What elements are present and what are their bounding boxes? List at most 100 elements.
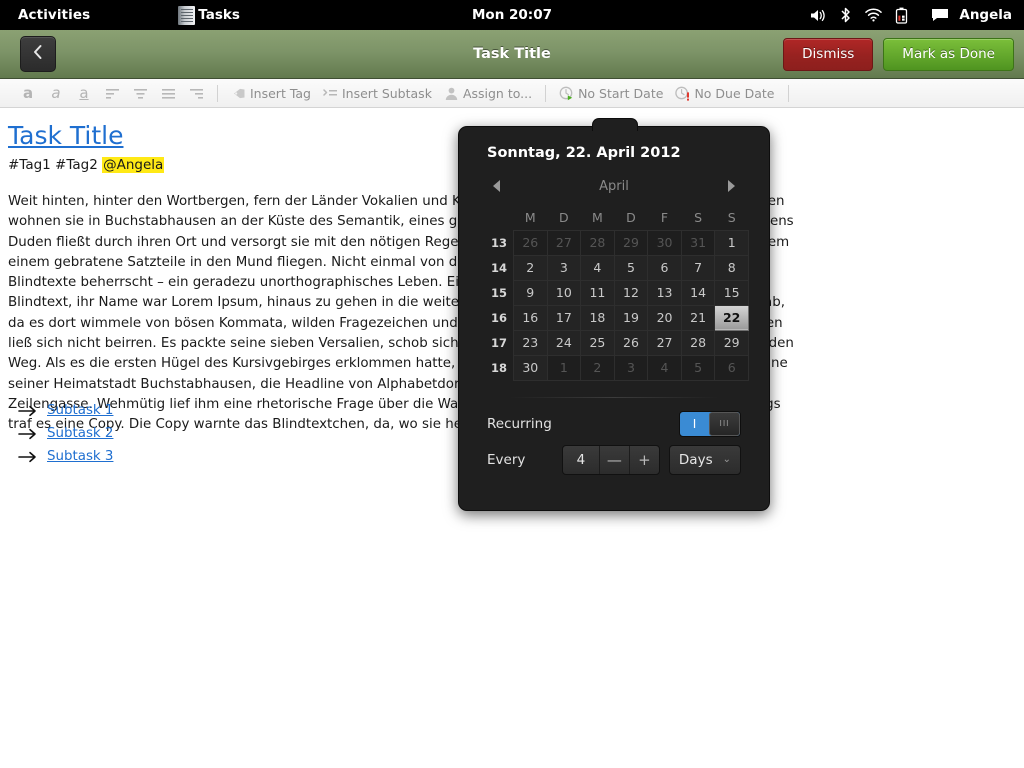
calendar-day[interactable]: 25: [580, 329, 615, 356]
calendar-day[interactable]: 13: [647, 279, 682, 306]
calendar-day[interactable]: 27: [647, 329, 682, 356]
next-month-button[interactable]: [723, 178, 739, 194]
list-item[interactable]: Subtask 2: [18, 422, 113, 445]
calendar-day[interactable]: 6: [714, 354, 749, 381]
insert-tag-button[interactable]: Insert Tag: [225, 82, 317, 105]
popup-divider: [509, 396, 719, 398]
calendar-day[interactable]: 6: [647, 254, 682, 281]
calendar-day[interactable]: 10: [546, 279, 582, 306]
system-status-tray[interactable]: Angela: [810, 7, 1024, 24]
assign-to-label: Assign to...: [462, 85, 533, 101]
recurring-toggle[interactable]: I III: [679, 410, 741, 437]
user-menu-label[interactable]: Angela: [959, 7, 1012, 23]
calendar-day[interactable]: 15: [714, 279, 749, 306]
recurring-label: Recurring: [487, 415, 552, 432]
calendar-day[interactable]: 12: [613, 279, 649, 306]
align-center-button[interactable]: [126, 82, 154, 105]
align-justify-button[interactable]: [154, 82, 182, 105]
wifi-icon[interactable]: [865, 8, 883, 22]
task-title-link[interactable]: Task Title: [8, 121, 123, 150]
calendar-day[interactable]: 11: [580, 279, 615, 306]
current-month-label: April: [599, 178, 629, 194]
underline-button[interactable]: a: [70, 82, 98, 105]
calendar-day[interactable]: 7: [680, 254, 716, 281]
align-left-button[interactable]: [98, 82, 126, 105]
activities-button[interactable]: Activities: [4, 7, 104, 23]
mark-as-done-button[interactable]: Mark as Done: [883, 37, 1014, 71]
calendar-day[interactable]: 29: [714, 329, 749, 356]
calendar-day[interactable]: 3: [546, 254, 582, 281]
calendar-day[interactable]: 23: [512, 329, 548, 356]
calendar-day[interactable]: 27: [546, 229, 582, 256]
assignee-mention[interactable]: @Angela: [102, 157, 165, 173]
calendar-day[interactable]: 19: [613, 304, 649, 331]
calendar-day[interactable]: 20: [647, 304, 682, 331]
weekday-header: D: [626, 210, 636, 226]
interval-unit-dropdown[interactable]: Days ⌄: [668, 444, 741, 475]
calendar-day[interactable]: 3: [613, 354, 649, 381]
calendar-day[interactable]: 26: [613, 329, 649, 356]
align-left-icon: [105, 86, 120, 101]
app-menu[interactable]: Tasks: [178, 5, 240, 25]
calendar-day[interactable]: 5: [680, 354, 716, 381]
list-item[interactable]: Subtask 1: [18, 399, 113, 422]
chevron-down-icon: ⌄: [722, 454, 731, 465]
calendar-day-selected[interactable]: 22: [714, 304, 749, 331]
list-item[interactable]: Subtask 3: [18, 445, 113, 468]
toggle-knob[interactable]: III: [709, 411, 740, 436]
calendar-day[interactable]: 8: [714, 254, 749, 281]
calendar-day[interactable]: 21: [680, 304, 716, 331]
back-button[interactable]: [20, 36, 56, 72]
weekday-header: D: [559, 210, 569, 226]
weekday-header: S: [727, 210, 736, 226]
interval-value[interactable]: 4: [563, 446, 599, 474]
calendar-day[interactable]: 26: [512, 229, 548, 256]
dismiss-button[interactable]: Dismiss: [783, 37, 874, 71]
volume-icon[interactable]: [810, 8, 827, 23]
calendar-day[interactable]: 18: [580, 304, 615, 331]
insert-tag-label: Insert Tag: [250, 85, 311, 101]
calendar-day[interactable]: 1: [714, 229, 749, 256]
calendar-day[interactable]: 2: [512, 254, 548, 281]
calendar-day[interactable]: 4: [647, 354, 682, 381]
no-due-date-label: No Due Date: [694, 85, 775, 101]
bold-button[interactable]: a: [14, 82, 42, 105]
subtask-link[interactable]: Subtask 1: [47, 403, 113, 418]
insert-subtask-label: Insert Subtask: [342, 85, 432, 101]
calendar-day[interactable]: 28: [580, 229, 615, 256]
calendar-day[interactable]: 14: [680, 279, 716, 306]
calendar-day[interactable]: 28: [680, 329, 716, 356]
calendar-day[interactable]: 24: [546, 329, 582, 356]
subtask-link[interactable]: Subtask 3: [47, 449, 113, 464]
calendar-day[interactable]: 16: [512, 304, 548, 331]
calendar-day[interactable]: 30: [647, 229, 682, 256]
calendar-day[interactable]: 9: [512, 279, 548, 306]
italic-button[interactable]: a: [42, 82, 70, 105]
calendar-day[interactable]: 4: [580, 254, 615, 281]
no-due-date-button[interactable]: No Due Date: [669, 82, 780, 105]
calendar-day[interactable]: 2: [580, 354, 615, 381]
interval-stepper[interactable]: 4 — +: [561, 444, 660, 475]
calendar-day[interactable]: 30: [512, 354, 548, 381]
message-icon[interactable]: [931, 8, 949, 22]
app-menu-label: Tasks: [198, 7, 240, 23]
week-number: 18: [490, 360, 507, 375]
interval-increment-button[interactable]: +: [628, 445, 659, 474]
insert-subtask-button[interactable]: Insert Subtask: [317, 82, 438, 105]
calendar-day[interactable]: 29: [613, 229, 649, 256]
calendar-day[interactable]: 17: [546, 304, 582, 331]
week-number-header: [481, 206, 513, 230]
no-start-date-button[interactable]: No Start Date: [553, 82, 669, 105]
bluetooth-icon[interactable]: [840, 7, 852, 23]
subtask-link[interactable]: Subtask 2: [47, 426, 113, 441]
calendar-day[interactable]: 1: [546, 354, 582, 381]
calendar-day[interactable]: 5: [613, 254, 649, 281]
battery-icon[interactable]: [895, 7, 908, 24]
interval-decrement-button[interactable]: —: [598, 445, 629, 474]
align-right-button[interactable]: [182, 82, 210, 105]
assign-to-button[interactable]: Assign to...: [438, 82, 538, 105]
calendar-week-row: 16 16 17 18 19 20 21 22: [481, 304, 749, 331]
prev-month-button[interactable]: [489, 178, 505, 194]
tag-list[interactable]: #Tag1 #Tag2: [8, 157, 102, 173]
calendar-day[interactable]: 31: [680, 229, 716, 256]
